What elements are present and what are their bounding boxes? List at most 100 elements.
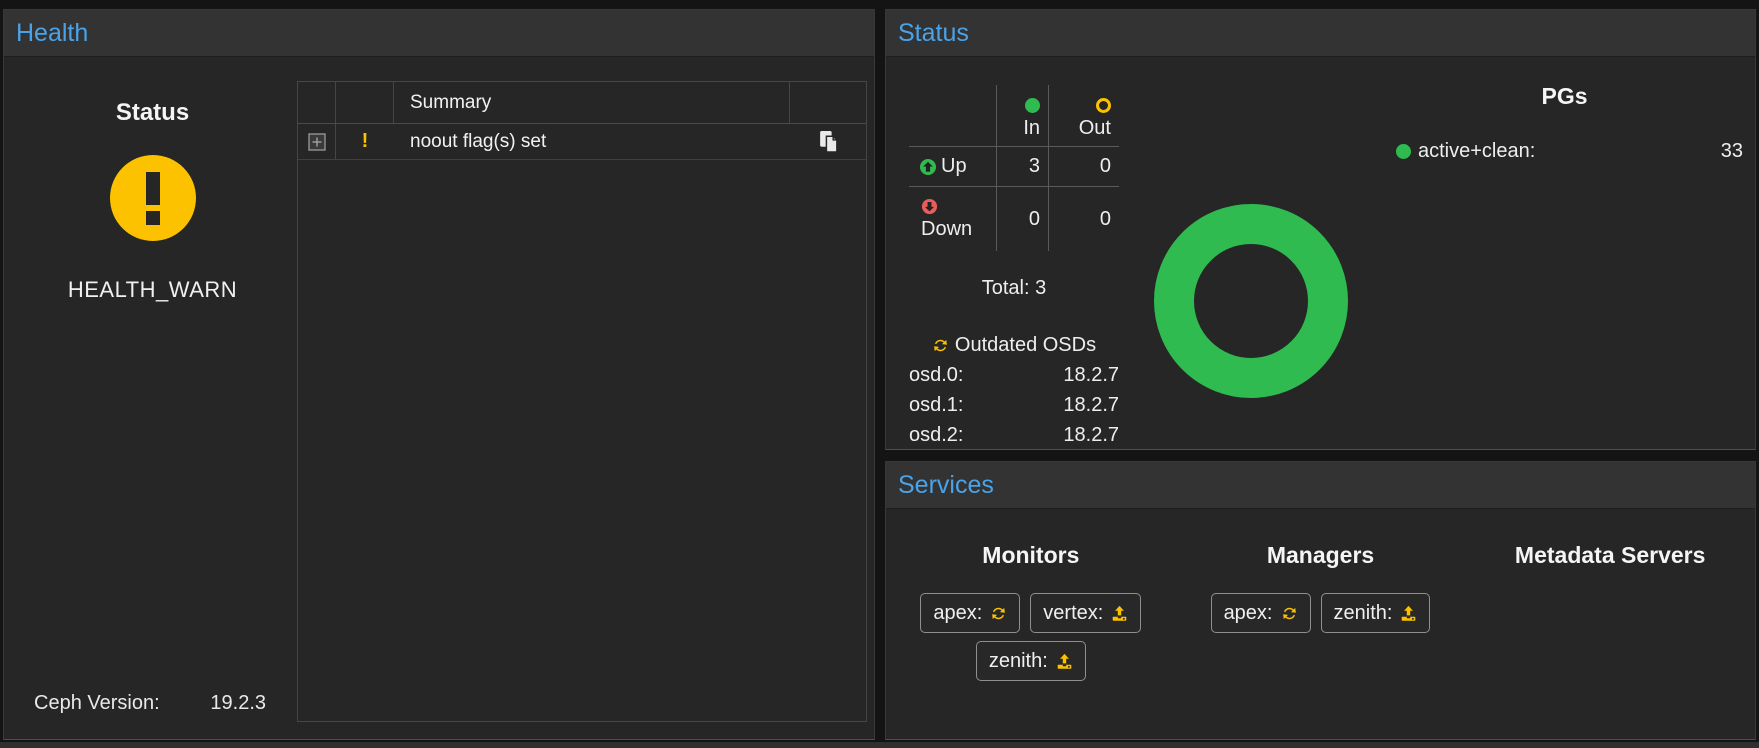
ceph-dashboard: Health Status HEALTH_WARN Ceph Version: … [0, 0, 1759, 748]
health-state-text: HEALTH_WARN [4, 277, 301, 303]
osd-updown-table: In Out Up 3 0 [909, 85, 1119, 251]
out-label: Out [1079, 117, 1111, 140]
managers-heading: Managers [1176, 542, 1466, 569]
service-badge-mon-vertex: vertex: [1030, 593, 1141, 633]
bottom-scroll-strip [0, 742, 1759, 748]
expand-cell[interactable] [298, 124, 336, 159]
osd-down-in-value: 0 [997, 187, 1049, 251]
osd-out-column-header: Out [1049, 85, 1119, 147]
monitors-heading: Monitors [886, 542, 1176, 569]
pgs-legend-value: 33 [1721, 140, 1743, 163]
pgs-legend-item: active+clean: 33 [1386, 140, 1743, 163]
pgs-donut-chart [1154, 204, 1348, 398]
summary-cell: noout flag(s) set [394, 124, 790, 159]
services-panel: Services Monitors apex: [885, 461, 1756, 740]
metadata-servers-heading: Metadata Servers [1465, 542, 1755, 569]
osd-version: 18.2.7 [1063, 424, 1119, 447]
health-summary-table: Summary ! noout [297, 81, 867, 722]
in-dot-icon [1025, 98, 1040, 113]
spacer [963, 364, 1063, 387]
action-cell[interactable] [790, 124, 866, 159]
health-table-header-row: Summary [298, 82, 866, 124]
service-name: apex: [933, 602, 982, 625]
circle-arrow-up-icon [919, 158, 937, 176]
severity-cell: ! [336, 124, 394, 159]
down-label: Down [921, 218, 972, 241]
managers-badges: apex: zenith: [1176, 593, 1466, 633]
circle-arrow-down-icon [921, 198, 938, 215]
upload-icon [1056, 653, 1073, 670]
pgs-title: PGs [1386, 83, 1743, 110]
osd-name: osd.1: [909, 394, 963, 417]
osd-name: osd.2: [909, 424, 963, 447]
service-name: apex: [1224, 602, 1273, 625]
table-empty-area [298, 160, 866, 721]
osd-total-text: Total: 3 [909, 277, 1119, 300]
osd-down-out-value: 0 [1049, 187, 1119, 251]
outdated-osds-block: Outdated OSDs osd.0: 18.2.7 osd.1: 18.2.… [909, 334, 1119, 447]
service-name: zenith: [1334, 602, 1393, 625]
spacer [963, 424, 1063, 447]
health-warning-icon [110, 155, 196, 241]
pgs-legend-label: active+clean: [1418, 140, 1535, 163]
warning-icon: ! [362, 130, 369, 153]
status-panel-body: In Out Up 3 0 [886, 57, 1755, 449]
list-item: osd.0: 18.2.7 [909, 364, 1119, 387]
health-panel-title: Health [16, 19, 88, 48]
spacer [160, 692, 211, 715]
action-column-header [790, 82, 866, 123]
osd-down-row-header: Down [909, 187, 997, 251]
active-clean-dot-icon [1396, 144, 1411, 159]
list-item: osd.2: 18.2.7 [909, 424, 1119, 447]
service-badge-mon-apex: apex: [920, 593, 1020, 633]
ceph-version-row: Ceph Version: 19.2.3 [34, 692, 266, 715]
copy-icon[interactable] [818, 130, 839, 153]
health-panel: Health Status HEALTH_WARN Ceph Version: … [3, 9, 875, 740]
services-group-managers: Managers apex: zenith: [1176, 509, 1466, 739]
osd-name: osd.0: [909, 364, 963, 387]
status-panel-header: Status [886, 10, 1755, 57]
sync-icon [1281, 605, 1298, 622]
sync-icon [932, 337, 949, 354]
health-panel-header: Health [4, 10, 874, 57]
out-ring-icon [1096, 98, 1111, 113]
expand-column-header [298, 82, 336, 123]
outdated-osds-title-row: Outdated OSDs [909, 334, 1119, 357]
services-group-monitors: Monitors apex: vertex: [886, 509, 1176, 739]
health-panel-body: Status HEALTH_WARN Ceph Version: 19.2.3 … [4, 57, 874, 739]
upload-icon [1111, 605, 1128, 622]
up-label: Up [941, 155, 967, 178]
monitors-badges: apex: vertex: [886, 593, 1176, 681]
spacer [963, 394, 1063, 417]
status-panel-title: Status [898, 19, 969, 48]
osd-up-out-value: 0 [1049, 147, 1119, 187]
services-panel-header: Services [886, 462, 1755, 509]
ceph-version-label: Ceph Version: [34, 692, 160, 715]
services-panel-body: Monitors apex: vertex: [886, 509, 1755, 739]
service-badge-mgr-zenith: zenith: [1321, 593, 1431, 633]
osd-up-row-header: Up [909, 147, 997, 187]
summary-column-header[interactable]: Summary [394, 82, 790, 123]
osd-table-corner-cell [909, 85, 997, 147]
status-panel: Status In Out [885, 9, 1756, 450]
services-panel-title: Services [898, 471, 994, 500]
osd-version: 18.2.7 [1063, 394, 1119, 417]
outdated-osds-title: Outdated OSDs [955, 334, 1096, 357]
upload-icon [1400, 605, 1417, 622]
service-badge-mgr-apex: apex: [1211, 593, 1311, 633]
pgs-legend-block: PGs active+clean: 33 [1386, 83, 1743, 163]
in-label: In [1023, 117, 1040, 140]
table-row[interactable]: ! noout flag(s) set [298, 124, 866, 160]
health-status-column: Status HEALTH_WARN Ceph Version: 19.2.3 [4, 57, 301, 739]
services-group-metadata-servers: Metadata Servers [1465, 509, 1755, 739]
health-status-heading: Status [4, 99, 301, 127]
osd-version: 18.2.7 [1063, 364, 1119, 387]
service-name: vertex: [1043, 602, 1103, 625]
warning-exclamation-dot [146, 211, 160, 225]
osd-in-column-header: In [997, 85, 1049, 147]
list-item: osd.1: 18.2.7 [909, 394, 1119, 417]
osd-up-in-value: 3 [997, 147, 1049, 187]
severity-column-header [336, 82, 394, 123]
expand-plus-icon[interactable] [308, 133, 326, 151]
sync-icon [990, 605, 1007, 622]
